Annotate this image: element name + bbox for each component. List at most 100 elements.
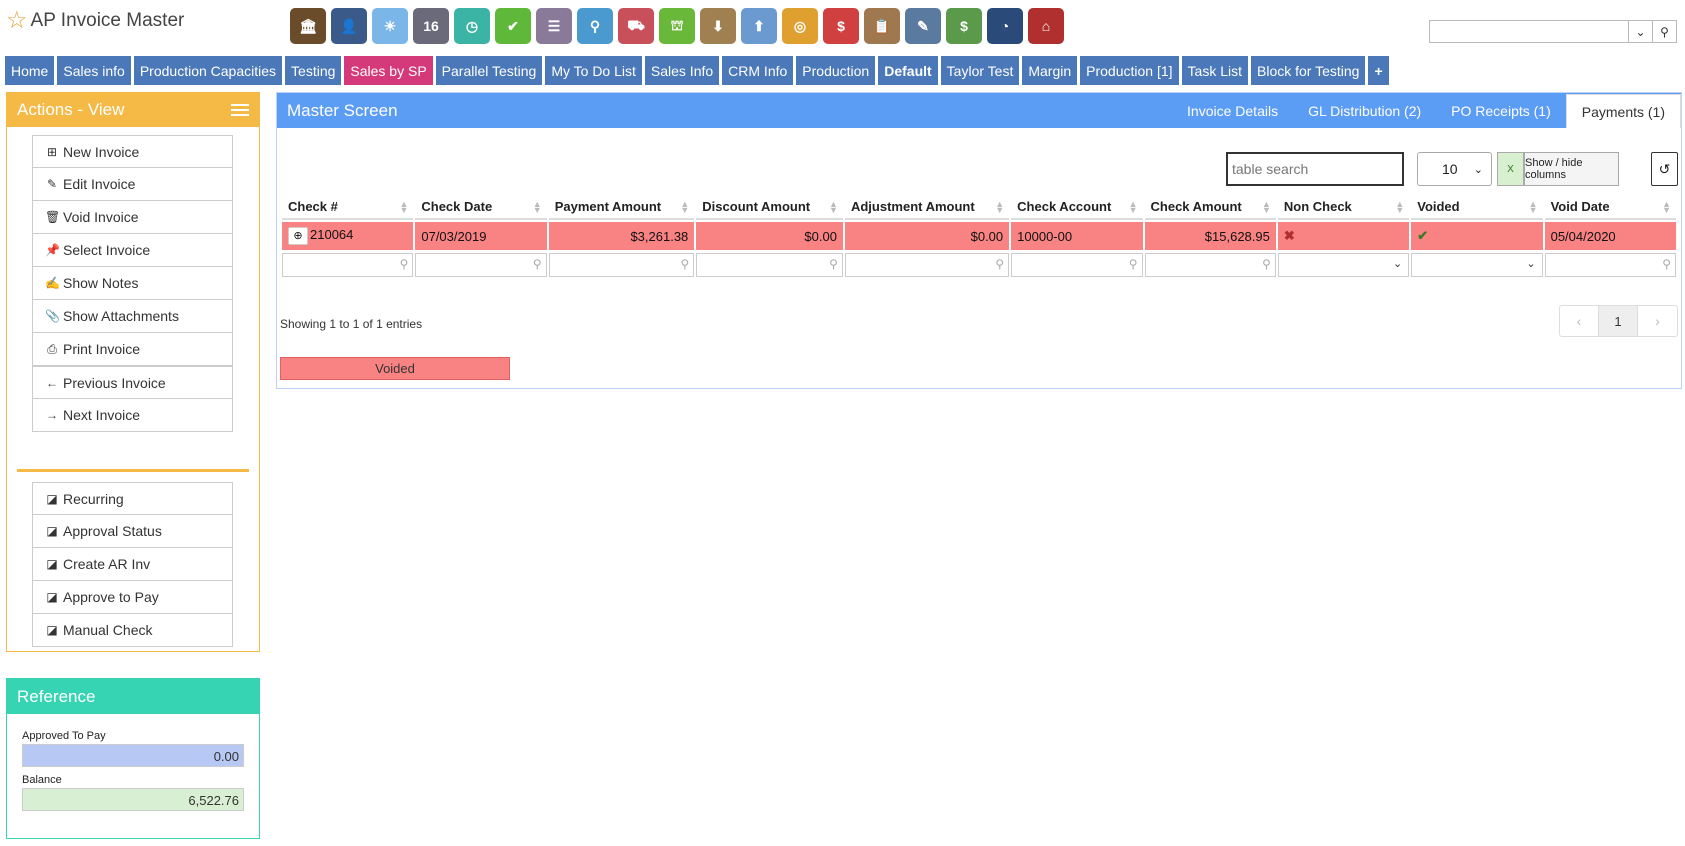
reset-icon[interactable]: ↺ bbox=[1651, 152, 1678, 186]
column-filter-input[interactable]: ⚲ bbox=[282, 252, 414, 277]
money-icon[interactable]: $ bbox=[946, 8, 982, 44]
new-invoice-button[interactable]: ⊞ New Invoice bbox=[32, 135, 233, 168]
basket-icon[interactable]: ⛫ bbox=[659, 8, 695, 44]
tab-invoice-details[interactable]: Invoice Details bbox=[1172, 93, 1293, 128]
tab-production-capacities[interactable]: Production Capacities bbox=[133, 56, 283, 85]
show-hide-columns-button[interactable]: Show / hide columns bbox=[1524, 152, 1619, 186]
column-filter-input[interactable]: ⚲ bbox=[696, 252, 843, 277]
tab-parallel-testing[interactable]: Parallel Testing bbox=[435, 56, 543, 85]
printer-icon: ⎙ bbox=[47, 341, 57, 356]
clipboard-icon[interactable]: 📋 bbox=[864, 8, 900, 44]
column-filter-input[interactable]: ⚲ bbox=[1144, 252, 1276, 277]
void-invoice-button[interactable]: 🗑 Void Invoice bbox=[32, 201, 233, 234]
column-label: Check Date bbox=[421, 198, 493, 214]
column-filter-select[interactable]: ⌄ bbox=[1277, 252, 1410, 277]
show-attachments-button[interactable]: 📎 Show Attachments bbox=[32, 300, 233, 333]
x-icon: ✖ bbox=[1283, 228, 1295, 243]
weather-icon[interactable]: ☀ bbox=[372, 8, 408, 44]
favorite-star-icon[interactable]: ☆ bbox=[6, 9, 28, 33]
tab-crm-info[interactable]: CRM Info bbox=[722, 56, 794, 85]
tab-sales-info[interactable]: Sales Info bbox=[644, 56, 720, 85]
column-filter-input[interactable]: ⚲ bbox=[1544, 252, 1676, 277]
tab-testing[interactable]: Testing bbox=[285, 56, 342, 85]
show-notes-button[interactable]: ✍ Show Notes bbox=[32, 267, 233, 300]
global-search-input[interactable] bbox=[1430, 21, 1628, 42]
spreadsheet-icon[interactable]: ☰ bbox=[536, 8, 572, 44]
recurring-button[interactable]: ◪ Recurring bbox=[32, 482, 233, 515]
outbox-upload-icon[interactable]: ⬆ bbox=[741, 8, 777, 44]
zoom-in-icon[interactable]: ⊕ bbox=[288, 227, 308, 245]
dashboard-icon[interactable]: ◔ bbox=[987, 8, 1023, 44]
column-header-payment-amount[interactable]: Payment Amount ▲ ▼ bbox=[548, 194, 695, 220]
manual-check-label: Manual Check bbox=[63, 622, 153, 638]
coins-icon[interactable]: ◎ bbox=[782, 8, 818, 44]
checkmark-icon[interactable]: ✔ bbox=[495, 8, 531, 44]
tab-payments-1[interactable]: Payments (1) bbox=[1565, 94, 1681, 128]
create-ar-inv-button[interactable]: ◪ Create AR Inv bbox=[32, 548, 233, 581]
tab-add[interactable]: + bbox=[1368, 56, 1389, 85]
magnifier-icon[interactable]: ⚲ bbox=[577, 8, 613, 44]
column-filter-input[interactable]: ⚲ bbox=[548, 252, 695, 277]
column-header-check-amount[interactable]: Check Amount ▲ ▼ bbox=[1144, 194, 1276, 220]
column-filter-input[interactable]: ⚲ bbox=[1011, 252, 1143, 277]
tab-sales-by-sp[interactable]: Sales by SP bbox=[344, 56, 433, 85]
tab-my-to-do-list[interactable]: My To Do List bbox=[545, 56, 642, 85]
cell-value: 05/04/2020 bbox=[1550, 228, 1616, 244]
manual-check-button[interactable]: ◪ Manual Check bbox=[32, 614, 233, 647]
edit-invoice-button[interactable]: ✎ Edit Invoice bbox=[32, 168, 233, 201]
approve-to-pay-button[interactable]: ◪ Approve to Pay bbox=[32, 581, 233, 614]
tab-task-list[interactable]: Task List bbox=[1181, 56, 1248, 85]
tab-po-receipts-1[interactable]: PO Receipts (1) bbox=[1436, 93, 1566, 128]
cell-check-date: 07/03/2019 bbox=[415, 222, 547, 250]
tab-gl-distribution-2[interactable]: GL Distribution (2) bbox=[1293, 93, 1436, 128]
print-invoice-button[interactable]: ⎙ Print Invoice bbox=[32, 333, 233, 366]
tab-sales-info[interactable]: Sales info bbox=[57, 56, 131, 85]
pager-next[interactable]: › bbox=[1638, 306, 1677, 336]
pager-previous[interactable]: ‹ bbox=[1560, 306, 1599, 336]
pager-page-1[interactable]: 1 bbox=[1599, 306, 1638, 336]
factory-icon[interactable]: ⌂ bbox=[1028, 8, 1064, 44]
column-header-check[interactable]: Check # ▲ ▼ bbox=[282, 194, 414, 220]
table-search-input[interactable]: table search bbox=[1226, 152, 1404, 186]
actions-header: Actions - View bbox=[7, 93, 259, 127]
column-header-adjustment-amount[interactable]: Adjustment Amount ▲ ▼ bbox=[844, 194, 1010, 220]
column-header-voided[interactable]: Voided ▲ ▼ bbox=[1411, 194, 1543, 220]
clock-icon[interactable]: ◷ bbox=[454, 8, 490, 44]
bank-icon[interactable]: 🏛 bbox=[290, 8, 326, 44]
price-chat-icon[interactable]: $ bbox=[823, 8, 859, 44]
tab-margin[interactable]: Margin bbox=[1022, 56, 1078, 85]
calendar-icon[interactable]: 16 bbox=[413, 8, 449, 44]
tab-block-for-testing[interactable]: Block for Testing bbox=[1251, 56, 1366, 85]
column-header-check-account[interactable]: Check Account ▲ ▼ bbox=[1011, 194, 1143, 220]
inbox-download-icon[interactable]: ⬇ bbox=[700, 8, 736, 44]
next-invoice-button[interactable]: → Next Invoice bbox=[32, 399, 233, 432]
tab-home[interactable]: Home bbox=[5, 56, 55, 85]
excel-export-icon[interactable]: X bbox=[1497, 152, 1524, 186]
pencil-icon[interactable]: ✎ bbox=[905, 8, 941, 44]
column-header-discount-amount[interactable]: Discount Amount ▲ ▼ bbox=[696, 194, 843, 220]
page-size-select[interactable]: 10 ⌄ bbox=[1417, 152, 1492, 186]
tab-production-1[interactable]: Production [1] bbox=[1080, 56, 1179, 85]
tab-production[interactable]: Production bbox=[796, 56, 876, 85]
tab-default[interactable]: Default bbox=[878, 56, 938, 85]
search-icon[interactable]: ⚲ bbox=[1652, 21, 1676, 42]
user-icon[interactable]: 👤 bbox=[331, 8, 367, 44]
app-title: ☆ AP Invoice Master bbox=[6, 8, 184, 34]
column-label: Non Check bbox=[1283, 198, 1352, 214]
actions-divider bbox=[17, 469, 249, 472]
chevron-down-icon[interactable]: ⌄ bbox=[1628, 21, 1652, 42]
truck-icon[interactable]: ⛟ bbox=[618, 8, 654, 44]
select-invoice-button[interactable]: 📌 Select Invoice bbox=[32, 234, 233, 267]
table-row: ⊕ 210064 07/03/2019 $3,261.38 $0.00 $0.00 1000… bbox=[282, 222, 1676, 250]
column-filter-input[interactable]: ⚲ bbox=[844, 252, 1010, 277]
approval-status-button[interactable]: ◪ Approval Status bbox=[32, 515, 233, 548]
tab-taylor-test[interactable]: Taylor Test bbox=[940, 56, 1020, 85]
column-header-void-date[interactable]: Void Date ▲ ▼ bbox=[1544, 194, 1676, 220]
column-filter-input[interactable]: ⚲ bbox=[415, 252, 547, 277]
column-header-check-date[interactable]: Check Date ▲ ▼ bbox=[415, 194, 547, 220]
column-header-non-check[interactable]: Non Check ▲ ▼ bbox=[1277, 194, 1410, 220]
previous-invoice-button[interactable]: ← Previous Invoice bbox=[32, 366, 233, 399]
column-filter-select[interactable]: ⌄ bbox=[1411, 252, 1543, 277]
hamburger-menu-icon[interactable] bbox=[231, 104, 249, 116]
cell-value: $0.00 bbox=[970, 228, 1004, 244]
